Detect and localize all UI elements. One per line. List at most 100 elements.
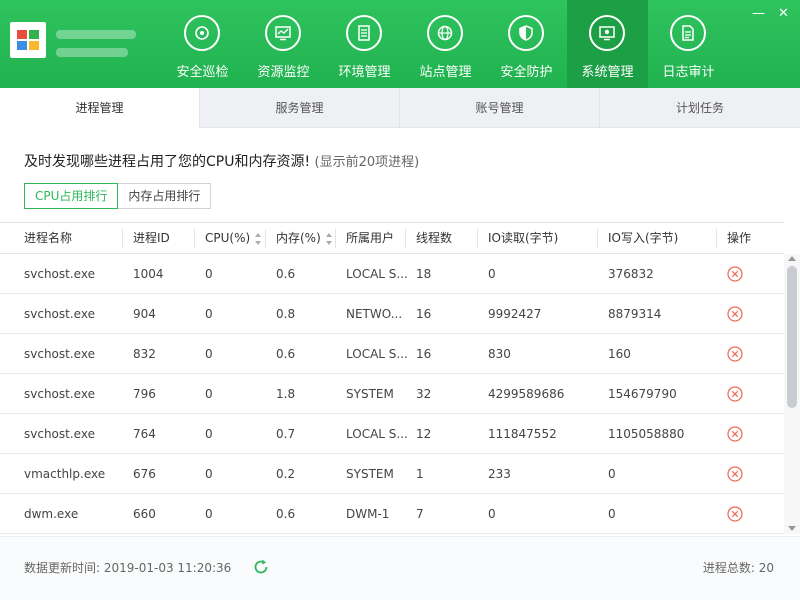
cell-pid: 660: [133, 507, 156, 521]
cell-io-write: 154679790: [608, 387, 677, 401]
nav-item-resource-monitor[interactable]: 资源监控: [243, 0, 324, 88]
terminate-process-icon[interactable]: [727, 386, 743, 402]
cell-memory: 0.8: [276, 307, 296, 321]
tab-scheduled[interactable]: 计划任务: [600, 88, 800, 128]
cell-io-read: 9992427: [488, 307, 542, 321]
nav-item-site[interactable]: 站点管理: [405, 0, 486, 88]
terminate-process-icon[interactable]: [727, 466, 743, 482]
cell-cpu: 0: [205, 307, 213, 321]
cell-io-write: 0: [608, 467, 616, 481]
nav-label: 安全巡检: [176, 65, 229, 80]
tab-process[interactable]: 进程管理: [0, 88, 200, 128]
tab-service[interactable]: 服务管理: [200, 88, 400, 128]
terminate-process-icon[interactable]: [727, 266, 743, 282]
scroll-down-arrow-icon[interactable]: [788, 526, 796, 531]
tab-account[interactable]: 账号管理: [400, 88, 600, 128]
main-nav: 安全巡检 资源监控 环境管理 站点管理 安全防护 系统管理 日志审计: [162, 0, 729, 88]
cell-io-read: 0: [488, 267, 496, 281]
cell-pid: 676: [133, 467, 156, 481]
close-button[interactable]: ✕: [778, 6, 789, 21]
cell-io-write: 0: [608, 507, 616, 521]
minimize-button[interactable]: —: [752, 6, 765, 21]
refresh-icon[interactable]: [252, 558, 270, 576]
nav-label: 站点管理: [419, 65, 472, 80]
cell-pid: 764: [133, 427, 156, 441]
col-io-write: IO写入(字节): [608, 231, 679, 245]
col-pid: 进程ID: [133, 231, 170, 245]
cell-name: dwm.exe: [24, 507, 79, 521]
cell-memory: 0.7: [276, 427, 296, 441]
cell-cpu: 0: [205, 427, 213, 441]
nav-item-environment[interactable]: 环境管理: [324, 0, 405, 88]
server-icon: [346, 15, 382, 51]
cell-io-write: 160: [608, 347, 631, 361]
shield-icon: [508, 15, 544, 51]
terminate-process-icon[interactable]: [727, 306, 743, 322]
cell-pid: 832: [133, 347, 156, 361]
sort-arrows-icon: [325, 232, 332, 245]
table-row[interactable]: svchost.exe 904 0 0.8 NETWO... 16 999242…: [0, 294, 784, 334]
process-total: 进程总数: 20: [702, 561, 774, 575]
cell-cpu: 0: [205, 347, 213, 361]
terminate-process-icon[interactable]: [727, 426, 743, 442]
cell-cpu: 0: [205, 387, 213, 401]
cell-cpu: 0: [205, 267, 213, 281]
monitor-chart-icon: [265, 15, 301, 51]
table-row[interactable]: dwm.exe 660 0 0.6 DWM-1 7 0 0: [0, 494, 784, 534]
nav-item-security-patrol[interactable]: 安全巡检: [162, 0, 243, 88]
update-time: 数据更新时间: 2019-01-03 11:20:36: [24, 561, 232, 575]
cell-pid: 904: [133, 307, 156, 321]
sort-arrows-icon: [255, 232, 262, 245]
cell-memory: 0.6: [276, 507, 296, 521]
cell-user: SYSTEM: [346, 467, 394, 481]
cell-cpu: 0: [205, 467, 213, 481]
table-row[interactable]: vmacthlp.exe 676 0 0.2 SYSTEM 1 233 0: [0, 454, 784, 494]
cell-memory: 0.2: [276, 467, 296, 481]
scrollbar-thumb[interactable]: [787, 266, 797, 408]
cell-io-read: 0: [488, 507, 496, 521]
cpu-rank-button[interactable]: CPU占用排行: [24, 183, 119, 209]
table-header: 进程名称 进程ID CPU(%) 内存(%) 所属用户 线程数 IO读取(字节)…: [0, 222, 784, 254]
cell-name: svchost.exe: [24, 347, 95, 361]
nav-label: 资源监控: [257, 65, 310, 80]
cell-memory: 1.8: [276, 387, 296, 401]
cell-name: svchost.exe: [24, 387, 95, 401]
cell-user: LOCAL S...: [346, 347, 408, 361]
cell-pid: 1004: [133, 267, 164, 281]
intro-text: 及时发现哪些进程占用了您的CPU和内存资源! (显示前20项进程): [24, 151, 419, 171]
table-row[interactable]: svchost.exe 764 0 0.7 LOCAL S... 12 1118…: [0, 414, 784, 454]
col-threads: 线程数: [416, 231, 453, 245]
nav-item-system[interactable]: 系统管理: [567, 0, 648, 88]
col-memory[interactable]: 内存(%): [276, 223, 333, 254]
terminate-process-icon[interactable]: [727, 346, 743, 362]
app-header: 安全巡检 资源监控 环境管理 站点管理 安全防护 系统管理 日志审计 — ✕: [0, 0, 800, 88]
process-table: 进程名称 进程ID CPU(%) 内存(%) 所属用户 线程数 IO读取(字节)…: [0, 222, 784, 534]
cell-io-read: 111847552: [488, 427, 557, 441]
nav-item-log-audit[interactable]: 日志审计: [648, 0, 729, 88]
cell-name: vmacthlp.exe: [24, 467, 106, 481]
cell-io-read: 233: [488, 467, 511, 481]
server-name-blurred: [56, 30, 136, 39]
terminate-process-icon[interactable]: [727, 506, 743, 522]
memory-rank-button[interactable]: 内存占用排行: [118, 183, 212, 209]
col-cpu[interactable]: CPU(%): [205, 223, 262, 254]
table-row[interactable]: svchost.exe 796 0 1.8 SYSTEM 32 42995896…: [0, 374, 784, 414]
intro-note: (显示前20项进程): [314, 155, 420, 170]
cell-threads: 16: [416, 347, 432, 361]
vertical-scrollbar[interactable]: [784, 254, 800, 534]
cell-threads: 7: [416, 507, 424, 521]
scroll-up-arrow-icon[interactable]: [788, 256, 796, 261]
cell-name: svchost.exe: [24, 267, 95, 281]
col-io-read: IO读取(字节): [488, 231, 559, 245]
status-footer: 数据更新时间: 2019-01-03 11:20:36 进程总数: 20: [0, 536, 800, 600]
table-row[interactable]: svchost.exe 1004 0 0.6 LOCAL S... 18 0 3…: [0, 254, 784, 294]
cell-io-write: 1105058880: [608, 427, 685, 441]
windows-logo-icon: [17, 30, 39, 50]
cell-threads: 16: [416, 307, 432, 321]
nav-item-protection[interactable]: 安全防护: [486, 0, 567, 88]
app-logo: [10, 22, 46, 58]
table-row[interactable]: svchost.exe 832 0 0.6 LOCAL S... 16 830 …: [0, 334, 784, 374]
document-icon: [670, 15, 706, 51]
cell-user: NETWO...: [346, 307, 403, 321]
cell-memory: 0.6: [276, 347, 296, 361]
